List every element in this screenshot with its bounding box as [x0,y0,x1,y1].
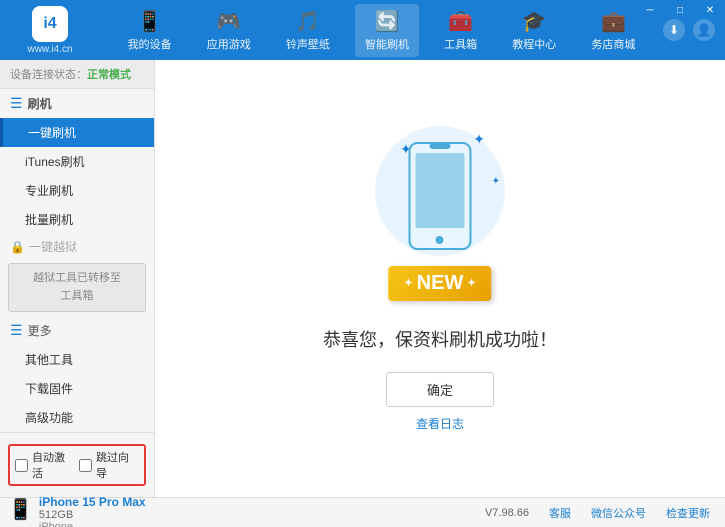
sparkle-top-right: ✦ [473,131,485,148]
more-section-header: ☰ 更多 [0,316,154,345]
customer-service-link[interactable]: 客服 [549,505,571,521]
nav-bar: 📱 我的设备 🎮 应用游戏 🎵 铃声壁纸 🔄 智能刷机 🧰 工具箱 🎓 [110,4,653,57]
toolbox-icon: 🧰 [448,9,473,34]
nav-toolbox-label: 工具箱 [444,36,477,52]
window-controls: ─ □ ✕ [635,0,725,20]
phone-container: ✦ ✦ ✦ ✦ NEW ✦ [370,126,510,306]
ringtone-icon: 🎵 [295,9,320,34]
device-info: 📱 iPhone 15 Pro Max 512GB iPhone [8,489,146,527]
header: i4 www.i4.cn 📱 我的设备 🎮 应用游戏 🎵 铃声壁纸 🔄 智能刷机 [0,0,725,60]
device-name: iPhone 15 Pro Max [39,495,146,509]
logo-url: www.i4.cn [27,44,72,55]
wechat-link[interactable]: 微信公众号 [591,505,646,521]
device-phone-icon: 📱 [8,497,33,522]
logo-symbol: i4 [43,15,56,33]
more-section-icon: ☰ [10,322,23,339]
sidebar-item-batch-flash[interactable]: 批量刷机 [0,205,154,234]
user-button[interactable]: 👤 [693,19,715,41]
sidebar-item-other-tools[interactable]: 其他工具 [0,345,154,374]
success-illustration: ✦ ✦ ✦ ✦ NEW ✦ [370,126,510,306]
nav-smart-flash-label: 智能刷机 [365,36,409,52]
disabled-line1: 越狱工具已转移至 [17,270,137,288]
nav-my-device-label: 我的设备 [128,36,172,52]
new-badge-text: NEW [417,272,464,295]
connection-value: 正常模式 [87,69,131,81]
nav-tutorial-label: 教程中心 [512,36,556,52]
sparkle-right: ✦ [492,176,500,187]
header-right: ⬇ 👤 [663,19,715,41]
phone-svg [408,141,473,251]
flash-section-icon: ☰ [10,95,23,112]
nav-my-device[interactable]: 📱 我的设备 [118,4,182,57]
new-badge-star-right: ✦ [467,278,475,289]
new-badge-star-left: ✦ [404,278,412,289]
new-badge: ✦ NEW ✦ [388,266,491,301]
checkbox-row: 自动激活 跳过向导 [8,441,146,489]
disabled-notice: 越狱工具已转移至 工具箱 [8,263,146,312]
sidebar-item-download-firmware[interactable]: 下载固件 [0,374,154,403]
device-type: iPhone [39,521,146,527]
auto-activate-checkbox[interactable] [15,459,28,472]
flash-section-label: 刷机 [28,95,52,112]
nav-apps-games[interactable]: 🎮 应用游戏 [197,4,261,57]
logo-icon: i4 [32,6,68,42]
disabled-line2: 工具箱 [17,288,137,306]
download-button[interactable]: ⬇ [663,19,685,41]
sidebar-item-itunes-flash[interactable]: iTunes刷机 [0,147,154,176]
nav-tutorial[interactable]: 🎓 教程中心 [502,4,566,57]
main-layout: 设备连接状态：正常模式 ☰ 刷机 一键刷机 iTunes刷机 专业刷机 批量刷机… [0,60,725,497]
connection-label: 设备连接状态： [10,69,87,81]
device-details: iPhone 15 Pro Max 512GB iPhone [39,495,146,527]
device-icon: 📱 [137,9,162,34]
jailbreak-label: 一键越狱 [29,238,77,255]
skip-guide-checkbox[interactable] [79,459,92,472]
sidebar-item-one-key-flash[interactable]: 一键刷机 [0,118,154,147]
nav-apps-label: 应用游戏 [207,36,251,52]
device-storage: 512GB [39,509,146,521]
confirm-button[interactable]: 确定 [386,372,494,407]
sidebar-item-advanced[interactable]: 高级功能 [0,403,154,432]
view-log-link[interactable]: 查看日志 [416,415,464,432]
lock-icon: 🔒 [10,240,25,254]
skip-guide-label: 跳过向导 [96,449,139,481]
nav-service-label: 务店商城 [591,36,635,52]
service-icon: 💼 [601,9,626,34]
maximize-button[interactable]: □ [665,0,695,20]
success-message: 恭喜您，保资料刷机成功啦！ [323,326,557,352]
app-logo: i4 www.i4.cn [10,6,90,55]
nav-smart-flash[interactable]: 🔄 智能刷机 [355,4,419,57]
flash-section-header: ☰ 刷机 [0,89,154,118]
minimize-button[interactable]: ─ [635,0,665,20]
connection-status: 设备连接状态：正常模式 [0,60,154,89]
apps-icon: 🎮 [216,9,241,34]
flash-section: ☰ 刷机 一键刷机 iTunes刷机 专业刷机 批量刷机 [0,89,154,234]
content-area: ✦ ✦ ✦ ✦ NEW ✦ [155,60,725,497]
tutorial-icon: 🎓 [522,9,547,34]
sidebar-item-pro-flash[interactable]: 专业刷机 [0,176,154,205]
options-box: 自动激活 跳过向导 [8,444,146,486]
smart-flash-icon: 🔄 [375,9,400,34]
auto-activate-label: 自动激活 [32,449,75,481]
version-label: V7.98.66 [485,507,529,519]
nav-toolbox[interactable]: 🧰 工具箱 [434,4,487,57]
more-section-label: 更多 [28,322,52,339]
check-update-link[interactable]: 检查更新 [666,505,710,521]
nav-ringtone-label: 铃声壁纸 [286,36,330,52]
nav-ringtones[interactable]: 🎵 铃声壁纸 [276,4,340,57]
sidebar-bottom: 自动激活 跳过向导 📱 iPhone 15 Pro Max 512GB iPho… [0,432,154,527]
sidebar: 设备连接状态：正常模式 ☰ 刷机 一键刷机 iTunes刷机 专业刷机 批量刷机… [0,60,155,497]
close-button[interactable]: ✕ [695,0,725,20]
